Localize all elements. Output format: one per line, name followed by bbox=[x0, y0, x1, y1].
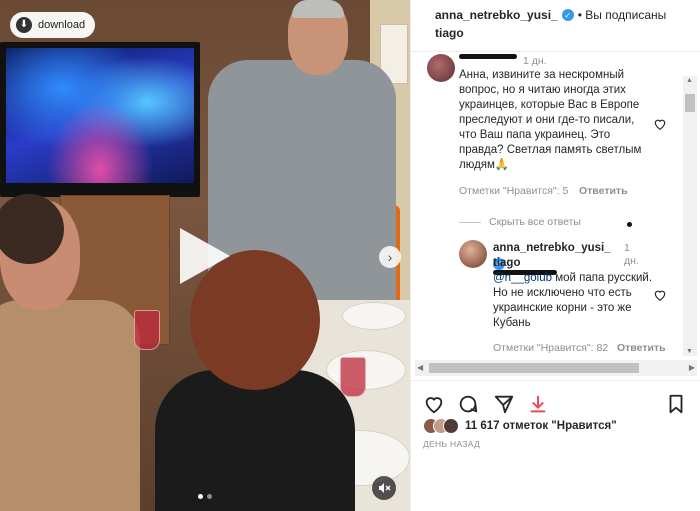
redacted-username bbox=[459, 54, 517, 59]
avatar bbox=[443, 418, 459, 434]
reply-button[interactable]: Ответить bbox=[617, 342, 666, 354]
header-username-cont[interactable]: tiago bbox=[435, 26, 689, 40]
television bbox=[0, 42, 200, 197]
person-from-behind bbox=[155, 250, 355, 511]
play-icon[interactable] bbox=[180, 228, 230, 284]
comments-list[interactable]: 1 дн. Анна, извините за нескромный вопро… bbox=[411, 52, 687, 360]
post-header: anna_netrebko_yusi_ ✓ • Вы подписаны tia… bbox=[411, 0, 700, 52]
mention-link[interactable]: @n__golub bbox=[493, 272, 552, 284]
scrollbar-thumb[interactable] bbox=[685, 94, 695, 112]
carousel-dot bbox=[207, 494, 212, 499]
heart-icon[interactable] bbox=[653, 288, 667, 302]
hide-replies-button[interactable]: Скрыть все ответы bbox=[459, 216, 581, 228]
liker-avatars bbox=[423, 418, 459, 434]
dot-marker bbox=[627, 222, 632, 227]
comment-time: 1 дн. bbox=[523, 55, 547, 67]
reply-username[interactable]: anna_netrebko_yusi_ bbox=[493, 242, 611, 254]
horizontal-scrollbar[interactable]: ◀ ▶ bbox=[415, 360, 697, 376]
muted-speaker-icon[interactable] bbox=[372, 476, 396, 500]
heart-icon[interactable] bbox=[423, 393, 445, 415]
likes-summary[interactable]: 11 617 отметок "Нравится" bbox=[423, 418, 617, 434]
scroll-right-icon[interactable]: ▶ bbox=[689, 363, 695, 372]
post-media[interactable]: ⬇ download › bbox=[0, 0, 410, 511]
carousel-indicator bbox=[198, 494, 212, 499]
comment-icon[interactable] bbox=[457, 393, 479, 415]
carousel-dot bbox=[198, 494, 203, 499]
seated-woman bbox=[0, 194, 160, 511]
scroll-left-icon[interactable]: ◀ bbox=[417, 363, 423, 372]
scroll-up-icon[interactable]: ▲ bbox=[686, 77, 693, 84]
download-icon: ⬇ bbox=[16, 17, 32, 33]
avatar[interactable] bbox=[427, 54, 455, 82]
verified-badge-icon: ✓ bbox=[561, 9, 574, 21]
chevron-right-icon[interactable]: › bbox=[379, 246, 401, 268]
vertical-scrollbar[interactable]: ▲ ▼ bbox=[683, 76, 697, 356]
scroll-down-icon[interactable]: ▼ bbox=[686, 348, 693, 355]
post-side-panel: anna_netrebko_yusi_ ✓ • Вы подписаны tia… bbox=[410, 0, 700, 511]
save-to-device-icon[interactable] bbox=[527, 393, 549, 415]
reply-button[interactable]: Ответить bbox=[579, 185, 628, 197]
header-username[interactable]: anna_netrebko_yusi_ bbox=[435, 8, 558, 22]
avatar[interactable] bbox=[459, 240, 487, 268]
comment-text: Анна, извините за нескромный вопрос, но … bbox=[459, 69, 642, 171]
heart-icon[interactable] bbox=[653, 117, 667, 131]
bookmark-icon[interactable] bbox=[665, 393, 687, 415]
scrollbar-thumb[interactable] bbox=[429, 363, 639, 373]
reply-username-cont[interactable]: tiago bbox=[493, 257, 520, 269]
post-timestamp: ДЕНЬ НАЗАД bbox=[423, 439, 481, 449]
comment-likes: Отметки "Нравится": 5 bbox=[459, 185, 569, 197]
reply-text: @n__golub мой папа русский. Но не исключ… bbox=[493, 272, 653, 329]
download-button[interactable]: ⬇ download bbox=[10, 12, 96, 38]
likes-count[interactable]: 11 617 отметок "Нравится" bbox=[465, 420, 617, 432]
download-label: download bbox=[38, 19, 86, 31]
follow-status[interactable]: • Вы подписаны bbox=[578, 8, 667, 22]
reply-time: 1 дн. bbox=[624, 242, 639, 267]
reply-likes: Отметки "Нравится": 82 bbox=[493, 342, 609, 354]
share-icon[interactable] bbox=[493, 393, 515, 415]
